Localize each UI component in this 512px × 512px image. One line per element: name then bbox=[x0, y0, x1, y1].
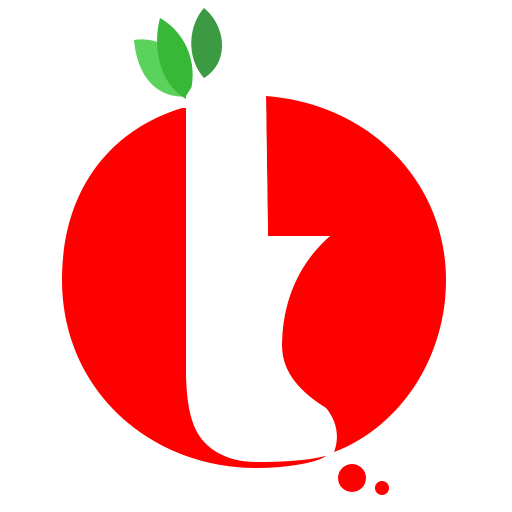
leaf-right-icon bbox=[191, 8, 223, 78]
dot-small-icon bbox=[375, 481, 389, 495]
dot-large-icon bbox=[338, 464, 366, 492]
tomato-t-logo-icon bbox=[62, 8, 446, 495]
logo-canvas bbox=[0, 0, 512, 512]
